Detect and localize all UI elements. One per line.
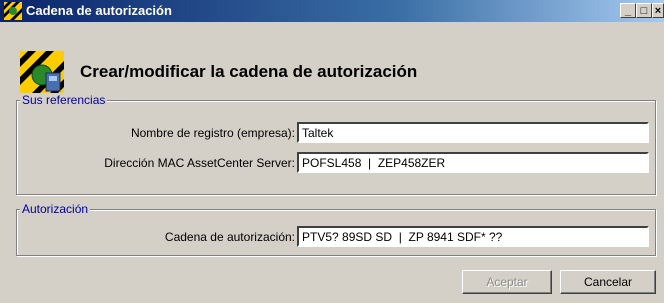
mac-address-field[interactable] (297, 152, 649, 173)
registration-name-field[interactable] (297, 122, 649, 143)
window-title: Cadena de autorización (26, 3, 172, 18)
authorization-chain-field[interactable] (297, 226, 649, 247)
key-wizard-icon (20, 51, 64, 95)
registration-name-label: Nombre de registro (empresa): (130, 126, 295, 140)
title-bar[interactable]: Cadena de autorización _ □ × (0, 0, 664, 22)
authorization-chain-label: Cadena de autorización: (164, 230, 295, 244)
close-button[interactable]: × (652, 3, 664, 18)
cancel-button[interactable]: Cancelar (560, 270, 656, 294)
references-group: Sus referencias Nombre de registro (empr… (16, 93, 656, 195)
authorization-dialog: Cadena de autorización _ □ × Crear/modif… (0, 0, 664, 303)
maximize-button[interactable]: □ (636, 3, 652, 18)
authorization-group: Autorización Cadena de autorización: (16, 202, 656, 256)
references-legend: Sus referencias (20, 93, 108, 107)
wizard-app-icon (4, 2, 22, 20)
minimize-button[interactable]: _ (620, 3, 636, 18)
mac-address-label: Dirección MAC AssetCenter Server: (104, 156, 295, 170)
accept-button[interactable]: Aceptar (462, 270, 552, 294)
authorization-legend: Autorización (20, 202, 91, 216)
header-title: Crear/modificar la cadena de autorizació… (80, 62, 418, 81)
